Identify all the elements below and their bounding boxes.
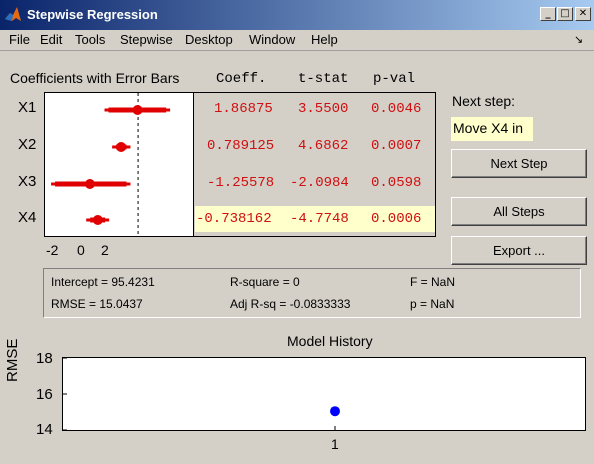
model-history-svg (63, 357, 340, 431)
rsquare-stat: R-square = 0 (230, 275, 300, 289)
window-title: Stepwise Regression (27, 7, 158, 22)
coeff-value-x1[interactable]: 1.86875 (214, 101, 273, 117)
intercept-stat: Intercept = 95.4231 (51, 275, 155, 289)
coeff-value-x2[interactable]: 0.789125 (207, 138, 274, 154)
variable-label-x1[interactable]: X1 (18, 99, 36, 116)
variable-label-x2[interactable]: X2 (18, 136, 36, 153)
model-history-title: Model History (287, 333, 373, 349)
y-tick-label: 16 (36, 386, 53, 403)
pval-value-x4[interactable]: 0.0006 (371, 211, 421, 227)
minimize-button[interactable]: _ (540, 7, 556, 21)
coeff-value-x4[interactable]: -0.738162 (196, 211, 272, 227)
maximize-icon: □ (560, 8, 570, 19)
rmse-stat: RMSE = 15.0437 (51, 297, 143, 311)
x-tick-label: -2 (46, 242, 59, 258)
column-header-pval: p-val (373, 71, 416, 87)
coefficient-plot-svg (51, 93, 171, 236)
coefficient-plot[interactable] (44, 92, 194, 237)
menu-window[interactable]: Window (249, 32, 295, 47)
next-step-button[interactable]: Next Step (451, 149, 587, 178)
coefficient-point-x3[interactable] (84, 179, 95, 189)
history-point[interactable] (330, 406, 340, 417)
menu-edit[interactable]: Edit (40, 32, 62, 47)
export-button-label: Export ... (492, 243, 546, 258)
menu-file[interactable]: File (9, 32, 30, 47)
menu-desktop[interactable]: Desktop (185, 32, 233, 47)
menu-help[interactable]: Help (311, 32, 338, 47)
pval-value-x1[interactable]: 0.0046 (371, 101, 421, 117)
dock-arrow-icon[interactable]: ↘ (574, 33, 583, 46)
variable-label-x3[interactable]: X3 (18, 173, 36, 190)
all-steps-button[interactable]: All Steps (451, 197, 587, 226)
column-header-tstat: t-stat (298, 71, 349, 87)
y-axis-label: RMSE (4, 338, 21, 382)
close-icon: ✕ (578, 8, 588, 19)
y-tick-label: 14 (36, 421, 53, 438)
column-header-coeff: Coeff. (216, 71, 267, 87)
coefficient-point-x4[interactable] (92, 215, 103, 225)
adj-rsq-stat: Adj R-sq = -0.0833333 (230, 297, 351, 311)
pval-value-x3[interactable]: 0.0598 (371, 175, 421, 191)
maximize-button[interactable]: □ (557, 7, 573, 21)
menu-tools[interactable]: Tools (75, 32, 105, 47)
coefficient-point-x2[interactable] (116, 142, 127, 152)
export-button[interactable]: Export ... (451, 236, 587, 265)
y-tick-label: 18 (36, 350, 53, 367)
menu-stepwise[interactable]: Stepwise (120, 32, 173, 47)
x-tick-label: 2 (101, 242, 109, 258)
coefficient-point-x1[interactable] (132, 105, 143, 115)
close-button[interactable]: ✕ (575, 7, 591, 21)
p-stat: p = NaN (410, 297, 455, 311)
tstat-value-x4[interactable]: -4.7748 (290, 211, 349, 227)
next-step-button-label: Next Step (490, 156, 548, 171)
model-history-plot[interactable] (62, 357, 586, 431)
next-step-value: Move X4 in (451, 117, 533, 141)
coefficients-title: Coefficients with Error Bars (10, 70, 180, 86)
coeff-value-x3[interactable]: -1.25578 (207, 175, 274, 191)
tstat-value-x1[interactable]: 3.5500 (298, 101, 348, 117)
f-stat: F = NaN (410, 275, 456, 289)
matlab-icon (5, 7, 21, 21)
pval-value-x2[interactable]: 0.0007 (371, 138, 421, 154)
all-steps-button-label: All Steps (493, 204, 545, 219)
x-tick-label: 1 (331, 436, 339, 452)
variable-label-x4[interactable]: X4 (18, 209, 36, 226)
tstat-value-x3[interactable]: -2.0984 (290, 175, 349, 191)
tstat-value-x2[interactable]: 4.6862 (298, 138, 348, 154)
x-tick-label: 0 (77, 242, 85, 258)
next-step-label: Next step: (452, 93, 516, 109)
minimize-icon: _ (545, 8, 551, 19)
